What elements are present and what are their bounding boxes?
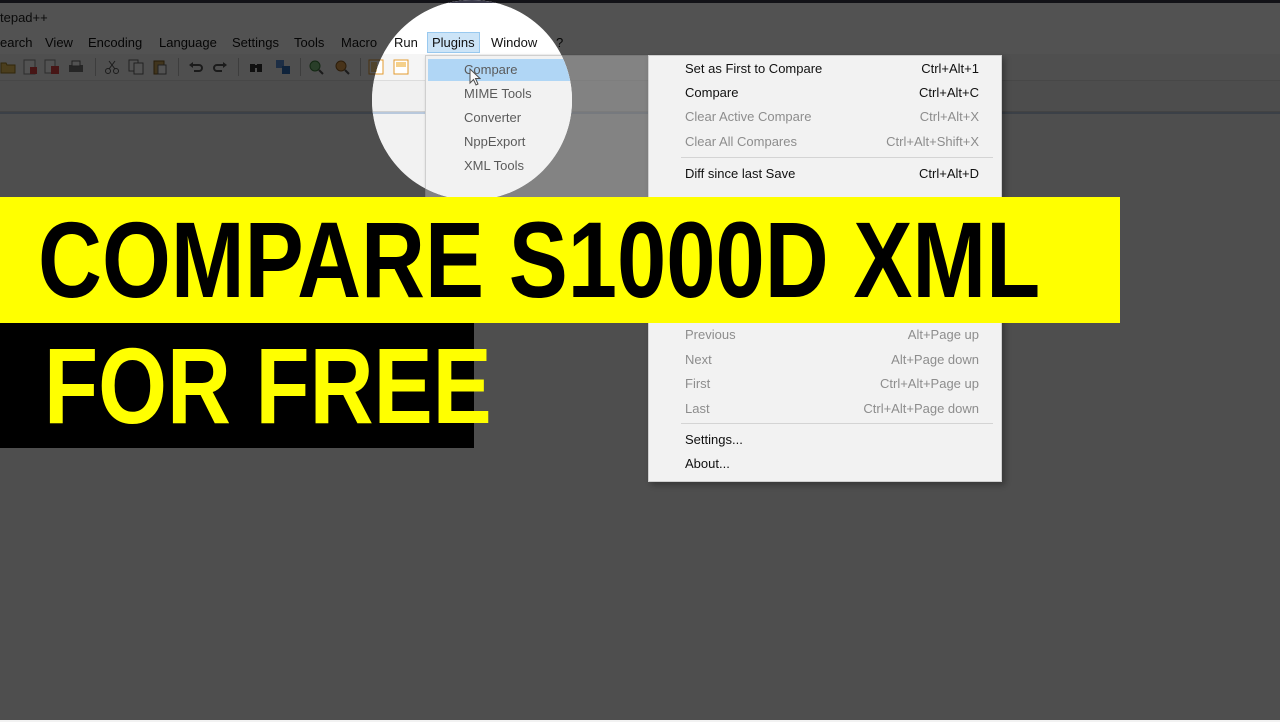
menu-label: Clear Active Compare xyxy=(685,109,812,124)
compare-compare[interactable]: Compare Ctrl+Alt+C xyxy=(649,82,1001,104)
print-icon[interactable] xyxy=(68,59,84,75)
compare-clear-all: Clear All Compares Ctrl+Alt+Shift+X xyxy=(649,131,1001,153)
shortcut: Ctrl+Alt+D xyxy=(919,166,979,181)
shortcut: Ctrl+Alt+Shift+X xyxy=(886,134,979,149)
menu-label: Compare xyxy=(685,85,739,100)
menu-label: Set as First to Compare xyxy=(685,61,823,76)
compare-settings[interactable]: Settings... xyxy=(649,429,1001,451)
menu-bar: earch View Encoding Language Settings To… xyxy=(0,30,1280,54)
menu-search[interactable]: earch xyxy=(0,33,33,52)
menu-settings[interactable]: Settings xyxy=(232,33,279,52)
menu-separator xyxy=(681,157,993,158)
copy-icon[interactable] xyxy=(128,59,144,75)
find-icon[interactable] xyxy=(248,59,264,75)
compare-clear-active: Clear Active Compare Ctrl+Alt+X xyxy=(649,106,1001,128)
cut-icon[interactable] xyxy=(104,59,120,75)
shortcut: Alt+Page up xyxy=(907,327,979,342)
undo-icon[interactable] xyxy=(188,59,204,75)
compare-diff-last-save[interactable]: Diff since last Save Ctrl+Alt+D xyxy=(649,163,1001,185)
window-title: tepad++ xyxy=(0,10,48,25)
plugins-item-nppexport[interactable] xyxy=(428,131,644,153)
shortcut: Alt+Page down xyxy=(891,352,979,367)
plugins-submenu xyxy=(425,55,649,202)
shortcut: Ctrl+Alt+Page down xyxy=(863,401,979,416)
save-all-icon[interactable] xyxy=(44,59,60,75)
menu-label: First xyxy=(685,376,711,391)
shortcut: Ctrl+Alt+C xyxy=(919,85,979,100)
menu-help-copy: ? xyxy=(556,35,564,50)
compare-about[interactable]: About... xyxy=(649,453,1001,475)
menu-label: Previous xyxy=(685,327,736,342)
menu-label: About... xyxy=(685,456,730,471)
compare-previous: Previous Alt+Page up xyxy=(649,324,1001,346)
menu-separator xyxy=(681,423,993,424)
menu-plugins-copy: Plugins xyxy=(427,32,480,53)
subline-banner: FOR FREE xyxy=(0,323,492,448)
compare-last: Last Ctrl+Alt+Page down xyxy=(649,398,1001,420)
headline-text: COMPARE S1000D XML xyxy=(38,199,1041,320)
menu-label: Next xyxy=(685,352,712,367)
plugins-item-xml-tools[interactable] xyxy=(428,155,644,177)
plugins-item-mime-tools[interactable] xyxy=(428,83,644,105)
zoom-in-icon[interactable] xyxy=(308,59,324,75)
shortcut: Ctrl+Alt+X xyxy=(919,109,979,124)
menu-label: Last xyxy=(685,401,710,416)
shortcut: Ctrl+Alt+1 xyxy=(921,61,979,76)
toolbar-separator xyxy=(360,58,361,76)
menu-label: Diff since last Save xyxy=(685,166,796,181)
menu-encoding[interactable]: Encoding xyxy=(88,33,142,52)
headline-banner: COMPARE S1000D XML xyxy=(0,197,1120,323)
toolbar-separator xyxy=(238,58,239,76)
toolbar-separator xyxy=(95,58,96,76)
menu-label: Clear All Compares xyxy=(685,134,797,149)
sync-horizontal-icon xyxy=(393,59,409,75)
menu-view[interactable]: View xyxy=(45,33,73,52)
menu-tools[interactable]: Tools xyxy=(294,33,324,52)
menu-language[interactable]: Language xyxy=(159,33,217,52)
sync-vertical-icon xyxy=(372,59,384,75)
menu-window-copy: Window xyxy=(491,35,538,50)
redo-icon[interactable] xyxy=(212,59,228,75)
toolbar-separator xyxy=(300,58,301,76)
paste-icon[interactable] xyxy=(152,59,168,75)
compare-set-first[interactable]: Set as First to Compare Ctrl+Alt+1 xyxy=(649,58,1001,80)
title-bar: tepad++ xyxy=(0,0,1280,30)
menu-bar-copy: Run Plugins Window ? xyxy=(372,30,572,54)
zoom-out-icon[interactable] xyxy=(334,59,350,75)
menu-run-copy: Run xyxy=(394,35,418,50)
open-file-icon[interactable] xyxy=(0,59,16,75)
save-icon[interactable] xyxy=(22,59,38,75)
compare-next: Next Alt+Page down xyxy=(649,349,1001,371)
subline-text: FOR FREE xyxy=(44,325,492,446)
plugins-item-compare[interactable] xyxy=(428,59,644,81)
menu-label: Settings... xyxy=(685,432,743,447)
replace-icon[interactable] xyxy=(275,59,291,75)
shortcut: Ctrl+Alt+Page up xyxy=(879,376,979,391)
plugins-item-converter[interactable] xyxy=(428,107,644,129)
toolbar-separator xyxy=(178,58,179,76)
title-bar-copy xyxy=(372,0,572,30)
compare-first: First Ctrl+Alt+Page up xyxy=(649,373,1001,395)
